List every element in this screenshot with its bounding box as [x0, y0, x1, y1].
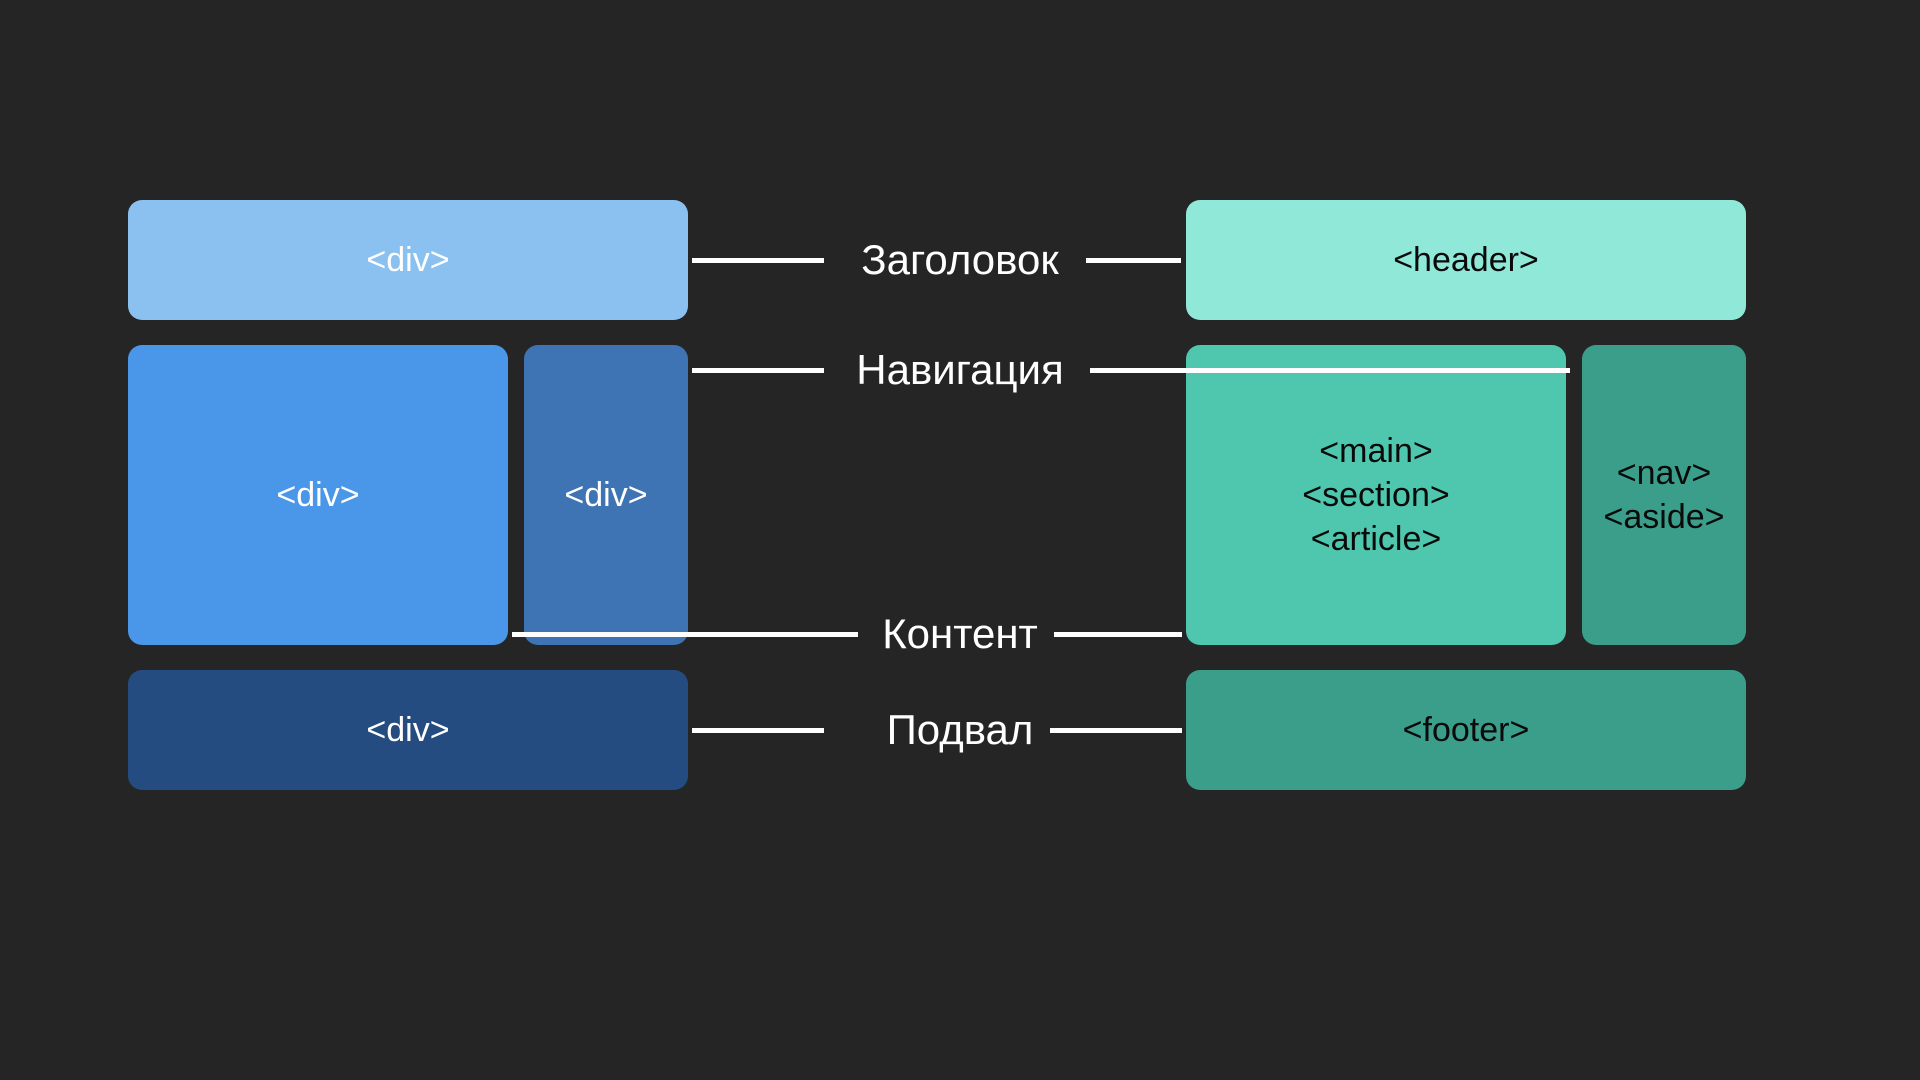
- connector-line: [692, 258, 824, 263]
- connector-line: [692, 368, 824, 373]
- label-nav: Навигация: [856, 346, 1063, 394]
- label-header: Заголовок: [861, 236, 1058, 284]
- label-content: Контент: [882, 610, 1038, 658]
- connector-line: [1054, 632, 1182, 637]
- connector-line: [512, 632, 858, 637]
- right-header-label: <header>: [1393, 241, 1539, 280]
- connector-line: [1050, 728, 1182, 733]
- left-side-box: <div>: [524, 345, 688, 645]
- left-main-label: <div>: [276, 476, 359, 515]
- connector-line: [692, 728, 824, 733]
- left-footer-label: <div>: [366, 711, 449, 750]
- left-header-box: <div>: [128, 200, 688, 320]
- right-side-label-1: <nav>: [1617, 451, 1712, 495]
- left-footer-box: <div>: [128, 670, 688, 790]
- right-main-box: <main> <section> <article>: [1186, 345, 1566, 645]
- connector-line: [1090, 368, 1570, 373]
- right-header-box: <header>: [1186, 200, 1746, 320]
- left-header-label: <div>: [366, 241, 449, 280]
- left-main-box: <div>: [128, 345, 508, 645]
- right-main-label-2: <section>: [1302, 473, 1449, 517]
- right-footer-box: <footer>: [1186, 670, 1746, 790]
- left-side-label: <div>: [564, 476, 647, 515]
- right-side-label-2: <aside>: [1604, 495, 1725, 539]
- right-main-label-3: <article>: [1311, 517, 1441, 561]
- label-footer: Подвал: [887, 706, 1034, 754]
- right-footer-label: <footer>: [1403, 711, 1530, 750]
- right-main-label-1: <main>: [1319, 429, 1432, 473]
- right-side-box: <nav> <aside>: [1582, 345, 1746, 645]
- connector-line: [1086, 258, 1181, 263]
